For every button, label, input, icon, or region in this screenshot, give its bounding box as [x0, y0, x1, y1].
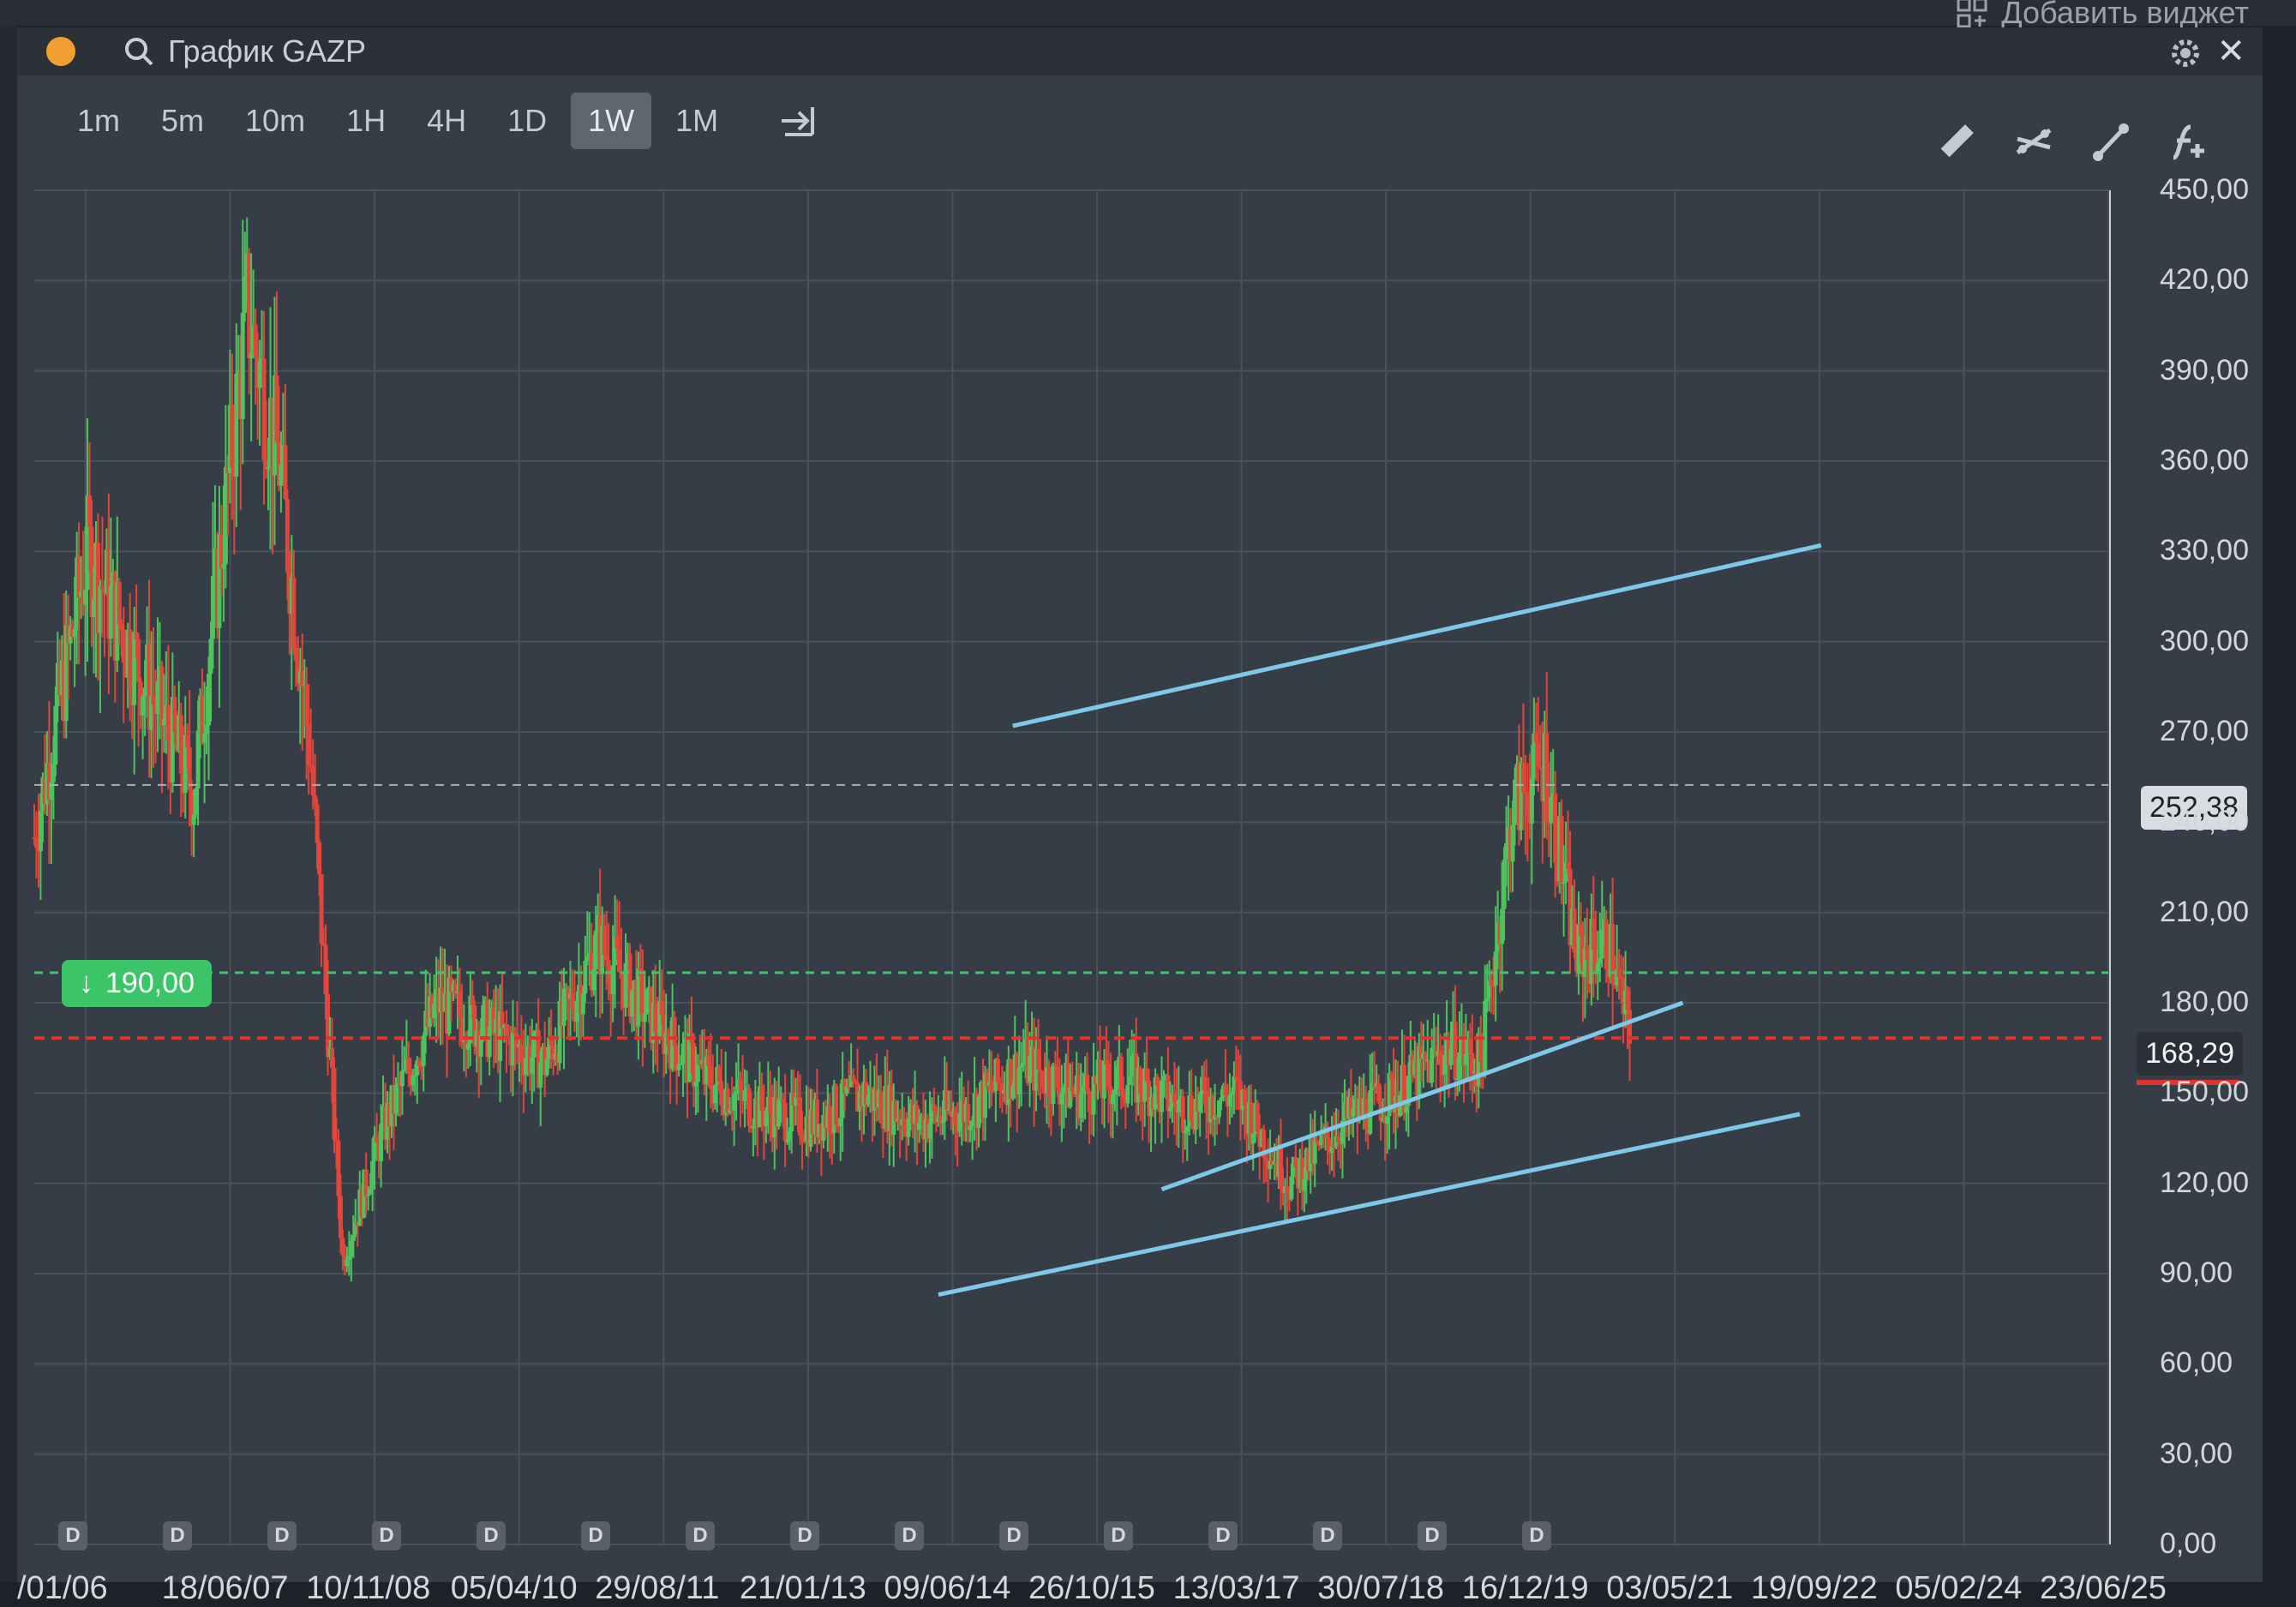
dividend-marker[interactable]: D — [895, 1521, 924, 1550]
candle-body — [593, 930, 598, 970]
left-edge — [0, 26, 17, 1582]
dividend-marker[interactable]: D — [267, 1521, 297, 1550]
price-tick-label: 180,00 — [2160, 986, 2249, 1018]
time-tick-label: 13/03/17 — [1172, 1570, 1300, 1606]
last-price-badge: 168,29 — [2137, 1032, 2243, 1076]
time-tick-label: 30/07/18 — [1317, 1570, 1445, 1606]
search-icon[interactable] — [122, 34, 156, 69]
drawing-tools — [1933, 118, 2211, 165]
tf-1d[interactable]: 1D — [490, 93, 564, 149]
candle-body — [117, 582, 122, 625]
dividend-marker[interactable]: D — [790, 1521, 819, 1550]
price-tick-label: 60,00 — [2160, 1346, 2233, 1380]
chart-widget: График GAZP ✕ 1m 5m 10m 1H 4H 1D 1W 1M ↓… — [17, 27, 2263, 1606]
candle-body — [136, 639, 141, 682]
price-tick-label: 300,00 — [2160, 624, 2249, 657]
candle-body — [827, 1106, 832, 1133]
price-tick-label: 150,00 — [2160, 1076, 2249, 1109]
price-tick-label: 120,00 — [2160, 1166, 2249, 1199]
add-widget-button[interactable]: Добавить виджет — [1955, 0, 2249, 31]
time-tick-label: 26/10/15 — [1028, 1570, 1155, 1606]
ruler-icon[interactable] — [1933, 118, 1980, 165]
price-tick-label: 240,00 — [2160, 805, 2249, 838]
candle-body — [240, 312, 245, 419]
chart-title[interactable]: График GAZP — [168, 33, 366, 69]
tf-4h[interactable]: 4H — [410, 93, 483, 149]
price-tick-label: 270,00 — [2160, 715, 2249, 747]
function-add-icon[interactable] — [2165, 118, 2211, 165]
tf-10m[interactable]: 10m — [228, 93, 322, 149]
time-tick-label: 16/12/19 — [1461, 1570, 1589, 1606]
dividend-marker[interactable]: D — [1522, 1521, 1551, 1550]
time-tick-label: 21/01/13 — [739, 1570, 866, 1606]
time-tick-label: 19/09/22 — [1750, 1570, 1878, 1606]
price-tick-label: 420,00 — [2160, 263, 2249, 297]
go-to-latest-icon[interactable] — [776, 99, 821, 143]
time-tick-label: 18/06/07 — [161, 1570, 289, 1606]
close-icon[interactable]: ✕ — [2216, 34, 2245, 69]
dividend-marker[interactable]: D — [372, 1521, 401, 1550]
dividend-marker[interactable]: D — [1418, 1521, 1447, 1550]
candle-body — [108, 586, 113, 639]
gear-icon[interactable] — [2168, 36, 2203, 70]
status-dot — [46, 37, 75, 66]
candle-body — [315, 804, 320, 843]
price-tick-label: 30,00 — [2160, 1436, 2233, 1470]
alert-price-value: 190,00 — [105, 967, 195, 999]
candle-body — [1038, 1069, 1043, 1071]
widget-title-bar: График GAZP ✕ — [17, 27, 2263, 75]
price-tick-label: 330,00 — [2160, 534, 2249, 567]
dividend-marker[interactable]: D — [1208, 1521, 1238, 1550]
time-tick-label: 29/08/11 — [595, 1570, 720, 1606]
dividend-marker[interactable]: D — [581, 1521, 610, 1550]
price-tick-label: 210,00 — [2160, 895, 2249, 928]
candle-body — [672, 1017, 677, 1046]
candle-body — [317, 842, 322, 875]
tf-1m[interactable]: 1m — [60, 93, 137, 149]
dividend-marker[interactable]: D — [163, 1521, 192, 1550]
add-widget-icon — [1957, 0, 1987, 28]
time-tick-label: 03/05/21 — [1606, 1570, 1734, 1606]
price-tick-label: 390,00 — [2160, 353, 2249, 387]
add-widget-label: Добавить виджет — [2001, 0, 2249, 30]
dividend-marker[interactable]: D — [1104, 1521, 1133, 1550]
price-tick-label: 450,00 — [2160, 173, 2249, 206]
time-tick-label: 09/06/14 — [884, 1570, 1011, 1606]
price-tick-label: 90,00 — [2160, 1256, 2233, 1289]
time-tick-label: 05/04/10 — [450, 1570, 578, 1606]
tf-1w[interactable]: 1W — [571, 93, 652, 149]
timeframe-selector: 1m 5m 10m 1H 4H 1D 1W 1M — [60, 93, 821, 149]
dividend-marker[interactable]: D — [999, 1521, 1028, 1550]
crossing-lines-icon[interactable] — [2011, 118, 2057, 165]
candle-body — [1125, 1085, 1130, 1104]
trend-line-icon[interactable] — [2088, 118, 2134, 165]
candle-body — [1293, 1157, 1298, 1167]
time-tick-label: /01/06 — [17, 1570, 108, 1606]
tf-5m[interactable]: 5m — [144, 93, 221, 149]
app-top-bar: Добавить виджет — [0, 0, 2296, 30]
tf-1h[interactable]: 1H — [329, 93, 403, 149]
candle-body — [1553, 793, 1558, 863]
time-tick-label: 10/11/08 — [306, 1570, 431, 1606]
candle-body — [234, 374, 239, 477]
dividend-marker[interactable]: D — [686, 1521, 715, 1550]
arrow-down-icon: ↓ — [79, 967, 93, 999]
dividend-marker[interactable]: D — [1313, 1521, 1342, 1550]
dividend-marker[interactable]: D — [58, 1521, 87, 1550]
candle-body — [399, 1070, 405, 1087]
candle-body — [583, 960, 588, 994]
time-tick-label: 05/02/24 — [1895, 1570, 2023, 1606]
price-tick-label: 0,00 — [2160, 1527, 2217, 1560]
dividend-marker[interactable]: D — [477, 1521, 506, 1550]
chart-canvas[interactable] — [17, 27, 2263, 1582]
time-tick-label: 23/06/25 — [2040, 1570, 2167, 1606]
trend-line — [938, 1112, 1801, 1298]
price-alert-badge[interactable]: ↓ 190,00 — [62, 960, 212, 1007]
trend-line — [1012, 543, 1822, 729]
tf-1mo[interactable]: 1M — [658, 93, 735, 149]
price-tick-label: 360,00 — [2160, 444, 2249, 477]
